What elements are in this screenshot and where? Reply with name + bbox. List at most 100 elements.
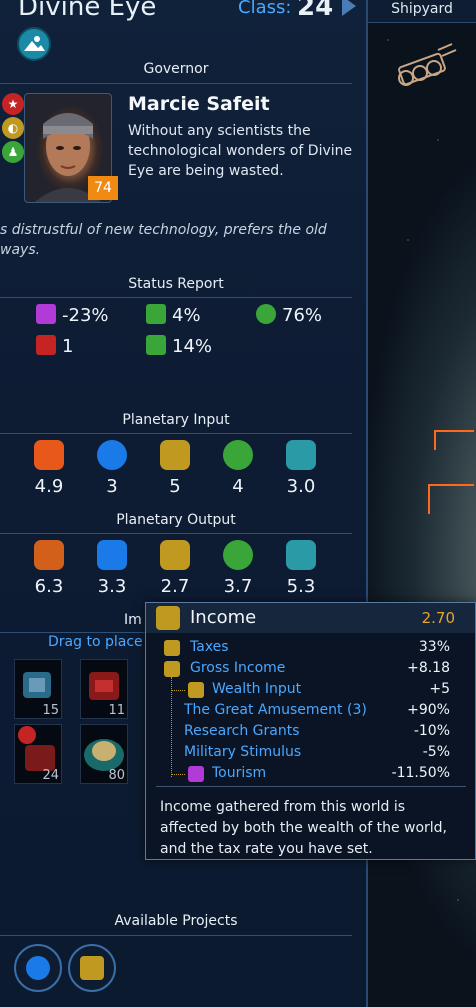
flag-icon (286, 440, 316, 470)
row-military-stimulus-value: -5% (422, 744, 450, 760)
row-taxes-value: 33% (418, 639, 450, 655)
improvement-count: 15 (42, 703, 59, 718)
output-industry-value: 6.3 (34, 576, 64, 597)
governor-name: Marcie Safeit (128, 93, 270, 115)
income-tooltip: Income 2.70 Taxes 33% Gross Income +8.18… (145, 602, 476, 860)
tooltip-description: Income gathered from this world is affec… (160, 799, 447, 857)
planet-title: Divine Eye (18, 0, 157, 22)
output-research-value: 3.3 (97, 576, 127, 597)
tourism-icon (188, 766, 204, 782)
row-tourism-value: -11.50% (391, 765, 450, 781)
shipyard-tab[interactable]: Shipyard (368, 0, 476, 23)
input-wealth-value: 5 (169, 476, 181, 497)
status-happiness[interactable]: 76% (256, 304, 322, 326)
diamond-icon (188, 682, 204, 698)
wrench-icon (36, 335, 56, 355)
lightbulb-icon (97, 440, 127, 470)
planetary-output-title: Planetary Output (116, 512, 236, 528)
row-great-amusement-label: The Great Amusement (3) (184, 702, 367, 718)
fist-icon (146, 335, 166, 355)
row-great-amusement-value: +90% (407, 702, 450, 718)
status-unrest[interactable]: 14% (146, 335, 212, 357)
governor-section-title: Governor (143, 61, 209, 77)
taxes-icon (164, 640, 180, 656)
row-wealth-input-value: +5 (429, 681, 450, 697)
row-research-grants-label: Research Grants (184, 723, 300, 739)
output-wealth-value: 2.7 (160, 576, 190, 597)
tourism-icon (36, 304, 56, 324)
drag-to-place-label: Drag to place (48, 634, 143, 650)
happiness-icon (256, 304, 276, 324)
output-influence-value: 5.3 (286, 576, 316, 597)
divider (156, 786, 466, 787)
flask-icon (97, 540, 127, 570)
improvement-count: 11 (108, 703, 125, 718)
planet-icon (26, 956, 50, 980)
divider (0, 297, 352, 298)
project-income-button[interactable] (68, 944, 116, 992)
divider (0, 433, 352, 434)
tooltip-title: Income (190, 607, 257, 628)
landscape-icon (24, 36, 45, 51)
planet-view-button[interactable] (17, 27, 51, 61)
status-repair[interactable]: 1 (36, 335, 73, 357)
status-pollution-value: 4% (172, 305, 201, 326)
population-icon: ♟ (2, 141, 24, 163)
input-industry-value: 4.9 (34, 476, 64, 497)
income-icon (156, 606, 180, 630)
tree-branch (171, 690, 185, 691)
tree-branch (171, 774, 185, 775)
improvement-count: 24 (42, 768, 59, 783)
divider (0, 533, 352, 534)
row-research-grants-value: -10% (413, 723, 450, 739)
status-report-title: Status Report (128, 276, 224, 292)
next-planet-arrow-icon[interactable] (342, 0, 356, 16)
row-gross-income-label: Gross Income (190, 660, 286, 676)
improvement-count: 80 (108, 768, 125, 783)
status-tourism-value: -23% (62, 305, 109, 326)
tooltip-header: Income 2.70 (146, 603, 475, 633)
row-tourism-label: Tourism (212, 765, 267, 781)
improvement-red-factory[interactable]: 11 (80, 659, 128, 719)
row-taxes-label: Taxes (190, 639, 229, 655)
planetary-input-title: Planetary Input (122, 412, 230, 428)
row-gross-income-value: +8.18 (407, 660, 450, 676)
class-label: Class: (238, 0, 292, 18)
status-tourism[interactable]: -23% (36, 304, 109, 326)
shipyard-ship-icon[interactable] (392, 40, 460, 94)
governor-trait: s distrustful of new technology, prefers… (0, 222, 327, 258)
star-rank-icon: ★ (2, 93, 24, 115)
status-repair-value: 1 (62, 336, 74, 357)
leaf-icon (223, 440, 253, 470)
row-military-stimulus-label: Military Stimulus (184, 744, 302, 760)
coin-icon (160, 540, 190, 570)
governor-level-badge: 74 (88, 176, 118, 200)
gear-icon (34, 440, 64, 470)
input-research-value: 3 (106, 476, 118, 497)
input-food-value: 4 (232, 476, 244, 497)
improvement-dome[interactable]: 80 (80, 724, 128, 784)
diamond-icon (160, 440, 190, 470)
improvement-refinery[interactable]: 15 (14, 659, 62, 719)
divider (0, 83, 352, 84)
shipyard-label: Shipyard (391, 1, 453, 17)
coin-icon (80, 956, 104, 980)
tooltip-value: 2.70 (421, 609, 455, 627)
biohazard-icon (146, 304, 166, 324)
flag-icon (286, 540, 316, 570)
status-pollution[interactable]: 4% (146, 304, 201, 326)
hammer-icon (34, 540, 64, 570)
input-influence-value: 3.0 (286, 476, 316, 497)
improvement-war-factory[interactable]: 24 (14, 724, 62, 784)
divider (0, 935, 352, 936)
project-planet-button[interactable] (14, 944, 62, 992)
tree-line (171, 677, 172, 777)
apple-icon (223, 540, 253, 570)
swirl-trait-icon: ◐ (2, 117, 24, 139)
status-unrest-value: 14% (172, 336, 213, 357)
available-projects-title: Available Projects (114, 913, 238, 929)
status-happiness-value: 76% (282, 305, 323, 326)
row-wealth-input-label: Wealth Input (212, 681, 302, 697)
governor-description: Without any scientists the technological… (128, 123, 353, 179)
class-value: 24 (297, 0, 334, 22)
